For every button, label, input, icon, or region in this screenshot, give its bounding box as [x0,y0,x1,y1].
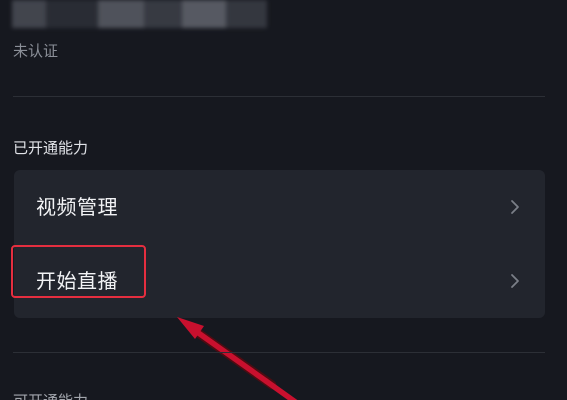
verification-status: 未认证 [13,42,59,60]
video-management-label: 视频管理 [36,195,118,219]
start-live-row[interactable]: 开始直播 [14,244,545,318]
available-capabilities-title: 可开通能力 [13,392,88,400]
blur-block [144,0,182,28]
section-divider [13,96,545,97]
chevron-right-icon [511,274,519,288]
video-management-row[interactable]: 视频管理 [14,170,545,244]
blur-block [226,0,267,28]
creator-capabilities-screen: 未认证 已开通能力 视频管理 开始直播 可开通能力 [0,0,567,400]
section-divider [13,352,545,353]
blur-block [182,0,226,28]
blur-block [46,0,98,28]
enabled-capabilities-card: 视频管理 开始直播 [14,170,545,318]
start-live-label: 开始直播 [36,269,118,293]
blur-block [98,0,144,28]
blurred-account-name [12,0,267,28]
chevron-right-icon [511,200,519,214]
enabled-capabilities-title: 已开通能力 [13,139,89,157]
blur-block [12,0,46,28]
